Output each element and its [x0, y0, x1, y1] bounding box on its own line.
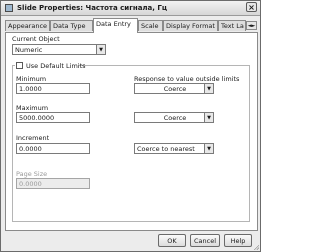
use-default-limits-label: Use Default Limits: [26, 62, 86, 70]
minimum-response-select[interactable]: Coerce: [134, 83, 214, 94]
tab-data-type[interactable]: Data Type: [50, 20, 93, 31]
response-limits-label: Response to value outside limits: [134, 75, 240, 83]
minimum-field[interactable]: 1.0000: [16, 83, 90, 94]
tab-appearance[interactable]: Appearance: [5, 20, 50, 31]
tab-text-labels[interactable]: Text La: [218, 20, 246, 31]
window-title: Slide Properties: Частота сигнала, Гц: [17, 4, 168, 12]
maximum-label: Maximum: [16, 104, 49, 112]
ok-button[interactable]: OK: [158, 234, 186, 247]
tab-data-entry[interactable]: Data Entry: [93, 18, 138, 33]
increment-label: Increment: [16, 134, 50, 142]
increment-field[interactable]: 0.0000: [16, 143, 90, 154]
minimum-label: Minimum: [16, 75, 47, 83]
chevron-down-icon[interactable]: ▼: [204, 83, 214, 94]
close-button[interactable]: ×: [246, 2, 257, 12]
current-object-select[interactable]: Numeric: [12, 44, 106, 55]
tab-scroll-arrows[interactable]: ◄►: [246, 21, 257, 30]
slide-properties-dialog: Slide Properties: Частота сигнала, Гц × …: [0, 0, 261, 252]
tab-strip: Appearance Data Type Data Entry Scale Di…: [5, 18, 257, 33]
resize-grip-icon[interactable]: [253, 244, 259, 250]
maximum-response-select[interactable]: Coerce: [134, 112, 214, 123]
current-object-label: Current Object: [12, 35, 60, 43]
chevron-down-icon[interactable]: ▼: [96, 44, 106, 55]
tab-display-format[interactable]: Display Format: [163, 20, 218, 31]
cancel-button[interactable]: Cancel: [190, 234, 220, 247]
page-size-field: 0.0000: [16, 178, 90, 189]
app-icon: [5, 4, 13, 12]
increment-response-select[interactable]: Coerce to nearest: [134, 143, 214, 154]
use-default-limits-checkbox[interactable]: [16, 62, 23, 69]
chevron-down-icon[interactable]: ▼: [204, 112, 214, 123]
maximum-field[interactable]: 5000.0000: [16, 112, 90, 123]
tab-scale[interactable]: Scale: [138, 20, 163, 31]
help-button[interactable]: Help: [224, 234, 252, 247]
title-bar[interactable]: Slide Properties: Частота сигнала, Гц ×: [1, 1, 260, 16]
page-size-label: Page Size: [16, 170, 48, 178]
chevron-down-icon[interactable]: ▼: [204, 143, 214, 154]
data-entry-panel: Current Object Numeric ▼ Use Default Lim…: [5, 32, 258, 231]
